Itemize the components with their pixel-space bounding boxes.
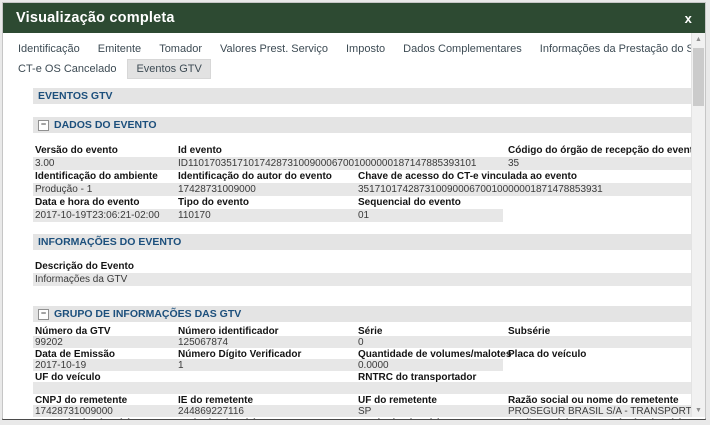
field-value: 125067874 <box>178 337 228 348</box>
field-value: 1 <box>178 360 184 371</box>
tab-tomador[interactable]: Tomador <box>152 40 209 58</box>
field-label-row: CNPJ do destinatário IE do destinatário UF… <box>33 417 698 419</box>
section-title: GRUPO DE INFORMAÇÕES DAS GTV <box>54 308 241 320</box>
field-label: Descrição do Evento <box>35 261 134 272</box>
value-bar <box>33 336 698 348</box>
tab-imposto[interactable]: Imposto <box>339 40 392 58</box>
field-value: 01 <box>358 210 369 221</box>
section-header-informacoes-do-evento: INFORMAÇÕES DO EVENTO <box>33 234 698 250</box>
visualizacao-completa-modal: Visualização completa x IdentificaçãoEmi… <box>2 2 706 420</box>
tab-valores-prest-servico[interactable]: Valores Prest. Serviço <box>213 40 335 58</box>
tabs-row-1: IdentificaçãoEmitenteTomadorValores Pres… <box>11 40 705 56</box>
field-label: Código do órgão de recepção do evento <box>508 145 698 156</box>
field-value: ID11017035171017428731009000670010000001… <box>178 158 476 169</box>
scroll-down-icon[interactable]: ▼ <box>692 404 705 417</box>
field-label-row: UF do veículoRNTRC do transportador <box>33 371 698 382</box>
field-value: 0 <box>358 337 364 348</box>
field-value: 244869227116 <box>178 406 244 417</box>
field-value-row: 3.00 ID1101703517101742873100900067001000… <box>33 157 698 170</box>
value-bar <box>33 359 503 371</box>
section-title: INFORMAÇÕES DO EVENTO <box>38 236 181 248</box>
modal-title: Visualização completa <box>16 10 175 26</box>
field-label-row: Data e hora do evento Tipo do evento Seque… <box>33 196 698 209</box>
modal-content: IdentificaçãoEmitenteTomadorValores Pres… <box>3 33 705 419</box>
field-label: IE do destinatário <box>178 418 262 419</box>
tab-ct-e-os-cancelado[interactable]: CT-e OS Cancelado <box>11 60 123 78</box>
field-value: 0.0000 <box>358 360 389 371</box>
tab-dados-complementares[interactable]: Dados Complementares <box>396 40 529 58</box>
field-value: 2017-10-19T23:06:21-02:00 <box>35 210 160 221</box>
field-value: SP <box>358 406 371 417</box>
field-label: Razão social ou nome do destinatário <box>508 418 698 419</box>
field-value: 2017-10-19 <box>35 360 86 371</box>
field-value: 3.00 <box>35 158 54 169</box>
field-label-row: CNPJ do remetenteIE do remetenteUF do re… <box>33 394 698 405</box>
field-value-row <box>33 382 698 394</box>
section-header-eventos-gtv: EVENTOS GTV <box>33 88 698 104</box>
field-value: PROSEGUR BRASIL S/A - TRANSPORTADORA D <box>508 406 698 417</box>
field-label: CNPJ do destinatário <box>35 418 136 419</box>
tab-identificacao[interactable]: Identificação <box>11 40 87 58</box>
field-value: 17428731009000 <box>35 406 113 417</box>
close-icon[interactable]: x <box>685 12 692 25</box>
field-value: 99202 <box>35 337 63 348</box>
field-value-row: 17428731009000 244869227116 SP PROSEGUR BRA… <box>33 405 698 417</box>
field-value: Produção - 1 <box>35 184 92 195</box>
sections-container: EVENTOS GTV−DADOS DO EVENTOVersão do eve… <box>33 88 698 419</box>
field-label: Identificação do ambiente <box>35 171 158 182</box>
field-value-row: 99202 125067874 0 <box>33 336 698 348</box>
field-value-row: 2017-10-19T23:06:21-02:00 110170 01 <box>33 209 698 222</box>
field-label-row: Data de EmissãoNúmero Dígito Verificador… <box>33 348 698 359</box>
title-bar: Visualização completa x <box>3 3 705 33</box>
scroll-up-icon[interactable]: ▲ <box>692 33 705 46</box>
field-label-row: Descrição do Evento <box>33 260 698 273</box>
collapse-icon[interactable]: − <box>38 309 49 320</box>
value-bar <box>33 382 698 394</box>
vertical-scrollbar[interactable]: ▲ ▼ <box>691 33 705 417</box>
field-label-row: Versão do evento Id evento Código do órgão… <box>33 144 698 157</box>
scroll-thumb[interactable] <box>693 48 704 106</box>
field-value-row: Produção - 1 17428731009000 35171017428731… <box>33 183 698 196</box>
section-header-dados-do-evento: −DADOS DO EVENTO <box>33 117 698 133</box>
tabs-row-2: CT-e OS CanceladoEventos GTV <box>11 59 705 78</box>
collapse-icon[interactable]: − <box>38 120 49 131</box>
value-bar <box>33 273 698 286</box>
section-title: DADOS DO EVENTO <box>54 119 157 131</box>
field-value: Informações da GTV <box>35 274 127 285</box>
field-label: Id evento <box>178 145 222 156</box>
field-value: 110170 <box>178 210 211 221</box>
field-label: Versão do evento <box>35 145 118 156</box>
field-label: Chave de acesso do CT-e vinculada ao eve… <box>358 171 577 182</box>
field-value-row: 2017-10-19 1 0.0000 <box>33 359 698 371</box>
tab-informacoes-da-prestacao-do-servico[interactable]: Informações da Prestação do Serviço <box>533 40 705 58</box>
field-label: UF do destinatário <box>358 418 446 419</box>
field-label-row: Número da GTVNúmero identificadorSérieSu… <box>33 325 698 336</box>
field-value: 3517101742873100900067001000000187147885… <box>358 184 603 195</box>
field-label: Tipo do evento <box>178 197 249 208</box>
section-title: EVENTOS GTV <box>38 90 113 102</box>
field-value: 35 <box>508 158 698 169</box>
tab-emitente[interactable]: Emitente <box>91 40 148 58</box>
tab-eventos-gtv[interactable]: Eventos GTV <box>127 59 210 79</box>
section-header-grupo-de-informacoes-das-gtv: −GRUPO DE INFORMAÇÕES DAS GTV <box>33 306 698 322</box>
field-label: Sequencial do evento <box>358 197 461 208</box>
field-value: 17428731009000 <box>178 184 256 195</box>
field-label: Identificação do autor do evento <box>178 171 332 182</box>
field-value-row: Informações da GTV <box>33 273 698 286</box>
field-label-row: Identificação do ambiente Identificação d… <box>33 170 698 183</box>
field-label: Data e hora do evento <box>35 197 139 208</box>
